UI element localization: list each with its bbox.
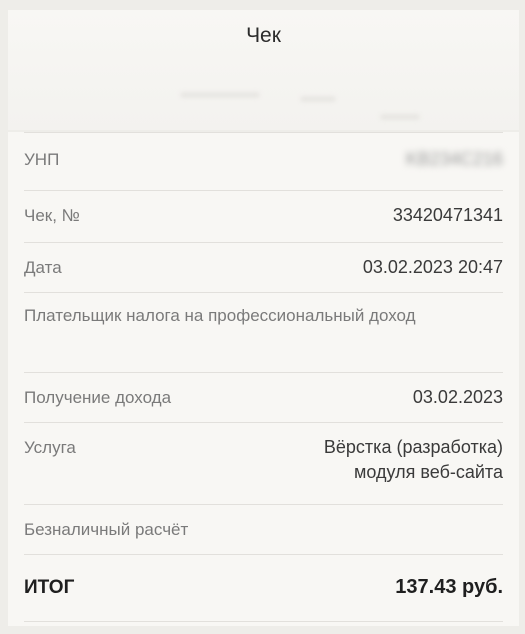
row-label: Получение дохода	[24, 388, 172, 407]
service-value-line1: Вёрстка (разработка)	[323, 437, 503, 457]
row-value-redacted: KB234C216	[405, 149, 503, 169]
row-label: Дата	[24, 258, 62, 277]
receipt-row-check-number: Чек, № 33420471341	[24, 190, 503, 242]
row-label: Плательщик налога на профессиональный до…	[24, 306, 416, 325]
row-value: 03.02.2023 20:47	[362, 257, 503, 277]
blurred-subtitle	[300, 96, 336, 102]
row-label: Чек, №	[24, 206, 80, 225]
row-label: Безналичный расчёт	[24, 520, 189, 539]
row-value: 03.02.2023	[412, 387, 503, 407]
receipt-header: Чек	[8, 10, 519, 130]
total-label: ИТОГ	[24, 577, 75, 598]
row-label: Услуга	[24, 438, 76, 457]
receipt-row-income-date: Получение дохода 03.02.2023	[24, 372, 503, 422]
divider	[24, 621, 503, 622]
receipt-row-total: ИТОГ 137.43 руб.	[24, 554, 503, 621]
blurred-subtitle	[380, 114, 420, 120]
receipt-screen: Чек УНП KB234C216 Чек, № 33420471341 Дат…	[0, 0, 525, 634]
blurred-subtitle	[180, 92, 260, 98]
receipt-card: УНП KB234C216 Чек, № 33420471341 Дата 03…	[8, 132, 519, 626]
receipt-row-date: Дата 03.02.2023 20:47	[24, 242, 503, 292]
receipt-row-taxpayer: Плательщик налога на профессиональный до…	[24, 292, 503, 372]
receipt-row-payment-method: Безналичный расчёт	[24, 504, 503, 554]
receipt-row-service: Услуга Вёрстка (разработка) модуля веб-с…	[24, 422, 503, 504]
row-value: 33420471341	[392, 205, 503, 225]
service-value-line2: модуля веб-сайта	[354, 462, 503, 482]
total-value: 137.43 руб.	[395, 576, 503, 598]
row-label: УНП	[24, 150, 60, 169]
service-value: Вёрстка (разработка) модуля веб-сайта	[324, 435, 503, 485]
page-title: Чек	[246, 24, 281, 47]
receipt-row-unp: УНП KB234C216	[24, 132, 503, 190]
